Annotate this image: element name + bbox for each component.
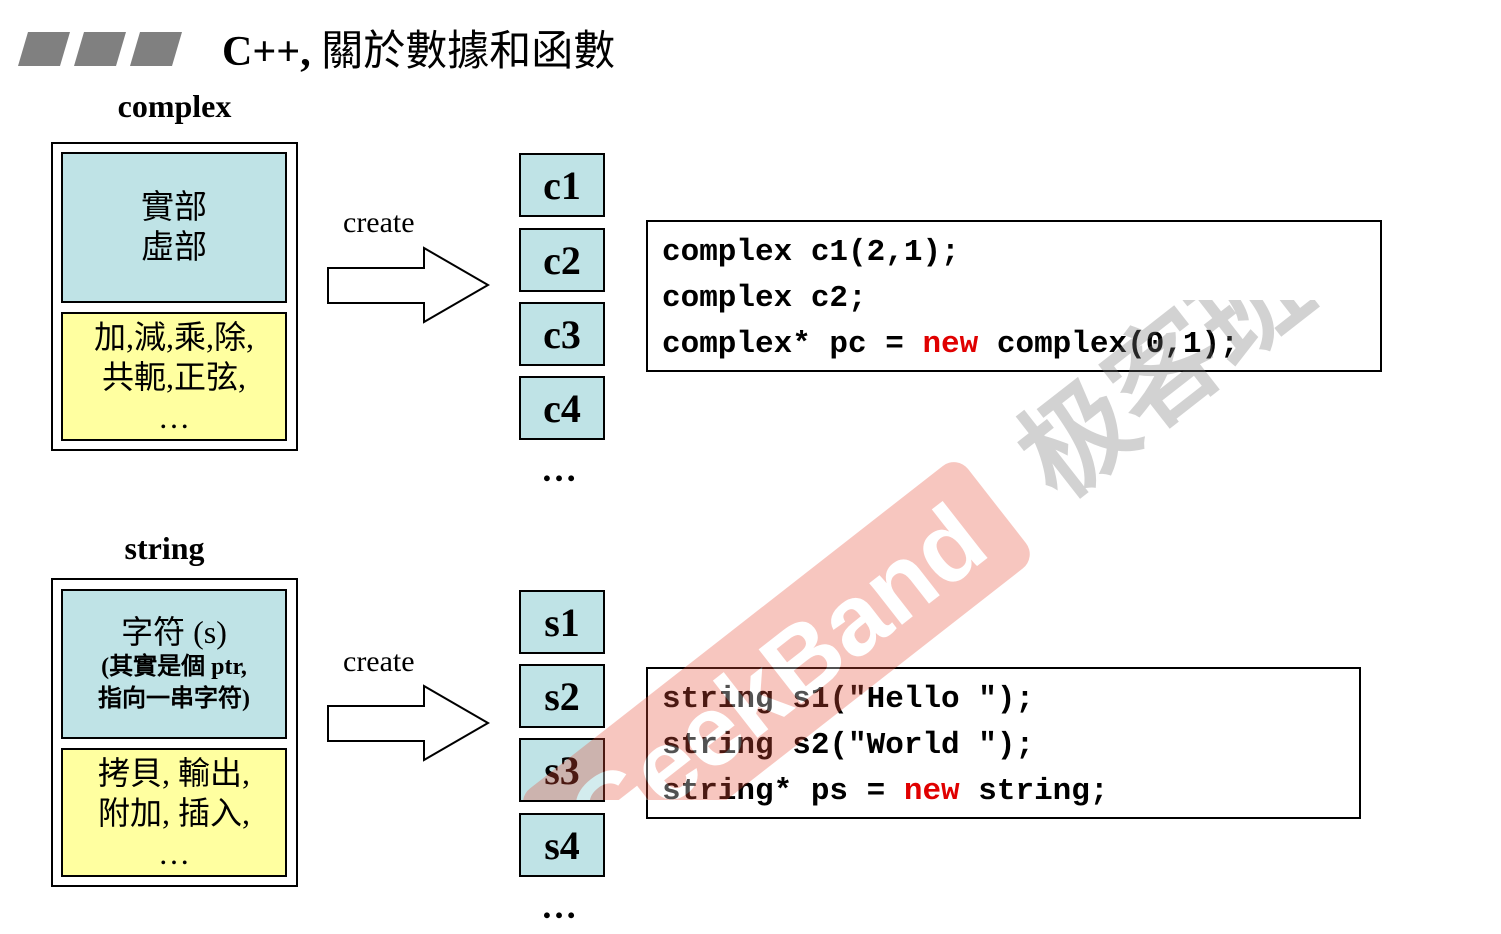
string-data-line: 指向一串字符) [98, 686, 250, 712]
title-text: 關於數據和函數 [310, 29, 616, 75]
new-keyword: new [922, 327, 979, 362]
object-c2: c2 [519, 228, 605, 292]
complex-data-box: 實部 虛部 [61, 152, 287, 303]
code-text: string* ps = [662, 774, 904, 809]
complex-class-label: complex [117, 88, 232, 124]
complex-func-line: … [158, 398, 190, 435]
object-s1: s1 [519, 590, 605, 654]
string-class-label: string [124, 530, 205, 566]
complex-code-box: complex c1(2,1); complex c2; complex* pc… [646, 220, 1382, 372]
complex-create-arrow [327, 246, 490, 324]
string-code-box: string s1("Hello "); string s2("World ")… [646, 667, 1361, 819]
object-c4: c4 [519, 376, 605, 440]
complex-functions-box: 加,減,乘,除, 共軛,正弦, … [61, 312, 287, 441]
string-func-line: 附加, 插入, [97, 794, 250, 831]
string-create-label: create [343, 645, 415, 678]
string-code-line-1: string s1("Hello "); [662, 682, 1035, 717]
complex-create-label: create [343, 206, 415, 239]
complex-code-line-2: complex c2; [662, 281, 867, 316]
complex-func-line: 加,減,乘,除, [93, 318, 254, 355]
string-code-line-3: string* ps = new string; [662, 769, 1345, 815]
complex-code-line-1: complex c1(2,1); [662, 235, 960, 270]
object-c3: c3 [519, 302, 605, 366]
complex-data-line: 虛部 [141, 229, 207, 266]
code-text: string; [959, 774, 1109, 809]
object-c1: c1 [519, 153, 605, 217]
code-text: complex(0,1); [978, 327, 1239, 362]
complex-data-line: 實部 [141, 189, 207, 226]
string-data-line: 字符 (s) [121, 614, 227, 650]
title-decoration [18, 32, 182, 66]
code-text: complex* pc = [662, 327, 923, 362]
string-functions-box: 拷貝, 輸出, 附加, 插入, … [61, 748, 287, 877]
string-data-line: (其實是個 ptr, [101, 654, 247, 680]
object-s3: s3 [519, 738, 605, 802]
string-data-box: 字符 (s) (其實是個 ptr, 指向一串字符) [61, 589, 287, 739]
string-code-line-2: string s2("World "); [662, 728, 1035, 763]
string-more-objects: … [541, 886, 577, 926]
complex-more-objects: … [541, 449, 577, 489]
new-keyword: new [903, 774, 960, 809]
page-title: C++, 關於數據和函數 [222, 26, 615, 78]
title-prefix: C++, [222, 29, 311, 75]
object-s4: s4 [519, 813, 605, 877]
complex-code-line-3: complex* pc = new complex(0,1); [662, 322, 1366, 368]
complex-func-line: 共軛,正弦, [101, 358, 246, 395]
string-create-arrow [327, 684, 490, 762]
object-s2: s2 [519, 664, 605, 728]
string-func-line: 拷貝, 輸出, [97, 754, 250, 791]
string-func-line: … [158, 834, 190, 871]
